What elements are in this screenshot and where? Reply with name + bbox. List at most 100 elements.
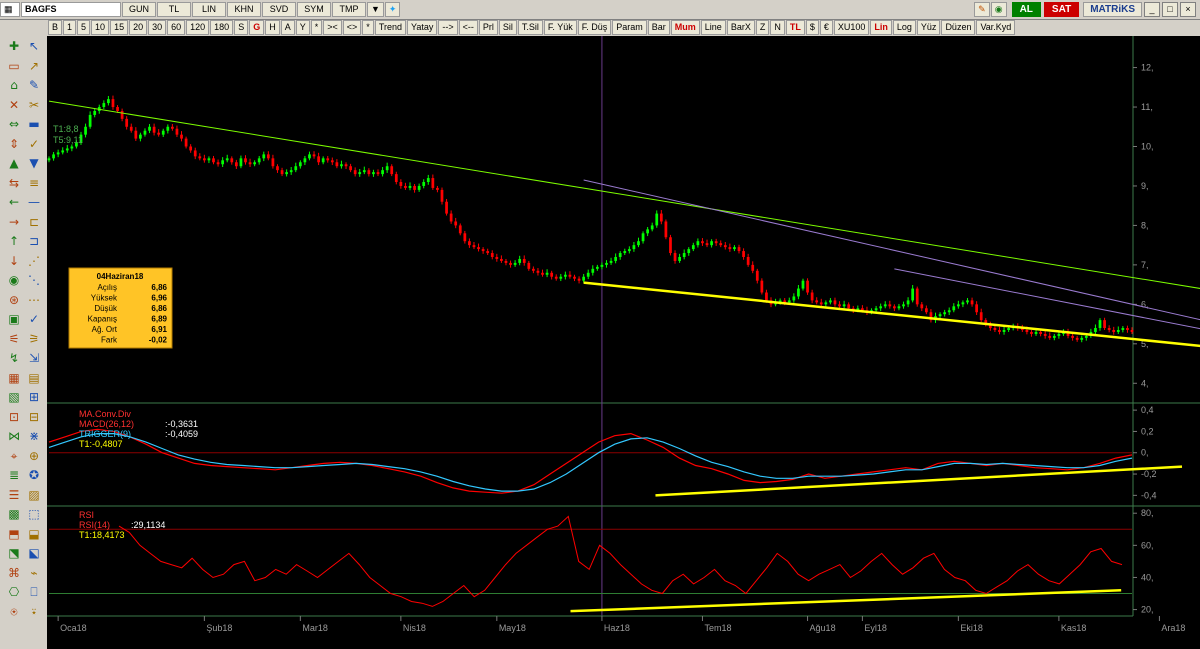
drawing-tool-icon[interactable]: ↗ (26, 58, 42, 74)
toolbar-item-11[interactable]: G (249, 20, 265, 35)
drawing-tool-icon[interactable]: → (6, 214, 22, 230)
toolbar-item-25[interactable]: T.Sil (517, 20, 543, 35)
toolbar-item-22[interactable]: <-- (458, 20, 478, 35)
drawing-tool-icon[interactable]: ⬕ (26, 545, 42, 561)
toolbar-item-12[interactable]: H (265, 20, 280, 35)
drawing-tool-icon[interactable]: ◉ (6, 272, 22, 288)
drawing-tool-icon[interactable]: ⬔ (6, 545, 22, 561)
toolbar-item-43[interactable]: Var.Kyd (976, 20, 1016, 35)
toolbar-item-27[interactable]: F. Düş (577, 20, 612, 35)
drawing-tool-icon[interactable]: ↓ (6, 253, 22, 269)
toolbar-item-39[interactable]: Lin (870, 20, 892, 35)
drawing-tool-icon[interactable]: ▦ (6, 370, 22, 386)
toolbar-item-35[interactable]: TL (785, 20, 805, 35)
toolbar-item-19[interactable]: Trend (374, 20, 406, 35)
drawing-tool-icon[interactable]: ▧ (6, 389, 22, 405)
drawing-tool-icon[interactable]: ⍣ (26, 604, 42, 620)
drawing-tool-icon[interactable]: ✓ (26, 311, 42, 327)
drawing-tool-icon[interactable]: ▭ (6, 58, 22, 74)
drawing-tool-icon[interactable]: ▨ (26, 487, 42, 503)
toolbar-item-17[interactable]: <> (342, 20, 362, 35)
toolbar-item-32[interactable]: BarX (726, 20, 755, 35)
drawing-tool-icon[interactable]: ▣ (6, 311, 22, 327)
toolbar-item-1[interactable]: 1 (63, 20, 77, 35)
toolbar-item-23[interactable]: Prl (478, 20, 498, 35)
toolbar-item-24[interactable]: Sil (498, 20, 517, 35)
toolbar-item-30[interactable]: Mum (670, 20, 700, 35)
toolbar-item-34[interactable]: N (770, 20, 785, 35)
drawing-tool-icon[interactable]: ▼ (26, 155, 42, 171)
toolbar-item-42[interactable]: Düzen (941, 20, 976, 35)
drawing-tool-icon[interactable]: ⋱ (26, 272, 42, 288)
drawing-tool-icon[interactable]: ⚟ (6, 331, 22, 347)
symbol-field[interactable]: BAGFS (21, 2, 121, 17)
drawing-tool-icon[interactable]: ⊕ (26, 448, 42, 464)
toolbar-item-18[interactable]: * (362, 20, 374, 35)
drawing-tool-icon[interactable]: ▬ (26, 116, 42, 132)
toolbar-item-28[interactable]: Param (612, 20, 647, 35)
dropdown-icon[interactable]: ▼ (367, 2, 384, 17)
drawing-tool-icon[interactable]: ⌁ (26, 565, 42, 581)
toolbar-item-13[interactable]: A (280, 20, 295, 35)
toolbar-item-41[interactable]: Yüz (916, 20, 941, 35)
drawing-tool-icon[interactable]: ⊛ (6, 292, 22, 308)
drawing-tool-icon[interactable]: ▩ (6, 506, 22, 522)
drawing-tool-icon[interactable]: ⋇ (26, 428, 42, 444)
drawing-tool-icon[interactable]: ✕ (6, 97, 22, 113)
twitter-icon[interactable]: ✦ (384, 2, 401, 17)
drawing-tool-icon[interactable]: ↯ (6, 350, 22, 366)
toolbar-item-10[interactable]: S (234, 20, 249, 35)
drawing-tool-icon[interactable]: ⋰ (26, 253, 42, 269)
toolbar-item-2[interactable]: 5 (77, 20, 91, 35)
drawing-tool-icon[interactable]: ⊏ (26, 214, 42, 230)
drawing-tool-icon[interactable]: ⇆ (6, 175, 22, 191)
drawing-tool-icon[interactable]: ⊞ (26, 389, 42, 405)
drawing-tool-icon[interactable]: ▤ (26, 370, 42, 386)
toolbar-item-21[interactable]: --> (438, 20, 458, 35)
toolbar-item-29[interactable]: Bar (647, 20, 670, 35)
drawing-tool-icon[interactable]: ⬒ (6, 526, 22, 542)
toolbar-item-31[interactable]: Line (700, 20, 726, 35)
maximize-icon[interactable]: □ (1162, 2, 1178, 17)
toolbar-item-9[interactable]: 180 (210, 20, 234, 35)
drawing-tool-icon[interactable]: ⎕ (26, 584, 42, 600)
toolbar-item-33[interactable]: Z (755, 20, 770, 35)
drawing-tool-icon[interactable]: ⎔ (6, 584, 22, 600)
drawing-tool-icon[interactable]: ✂ (26, 97, 42, 113)
minimize-icon[interactable]: _ (1144, 2, 1160, 17)
toolbar-item-15[interactable]: * (310, 20, 323, 35)
info-icon[interactable]: ◉ (990, 2, 1007, 17)
drawing-tool-icon[interactable]: ☰ (6, 487, 22, 503)
toolbar-item-37[interactable]: € (819, 20, 833, 35)
drawing-tool-icon[interactable]: ⋯ (26, 292, 42, 308)
drawing-tool-icon[interactable]: ⬓ (26, 526, 42, 542)
drawing-tool-icon[interactable]: ▲ (6, 155, 22, 171)
menu-sym[interactable]: SYM (297, 2, 331, 17)
menu-svd[interactable]: SVD (262, 2, 296, 17)
sell-button[interactable]: SAT (1043, 2, 1080, 17)
menu-gun[interactable]: GUN (122, 2, 156, 17)
toolbar-item-36[interactable]: $ (805, 20, 819, 35)
toolbar-item-40[interactable]: Log (892, 20, 916, 35)
chart-area[interactable]: 4,5,6,7,8,9,10,11,12, -0,4-0,20,0,20,4 2… (47, 36, 1200, 649)
menu-tmp[interactable]: TMP (332, 2, 366, 17)
toolbar-item-26[interactable]: F. Yük (543, 20, 577, 35)
toolbar-item-20[interactable]: Yatay (407, 20, 438, 35)
buy-button[interactable]: AL (1011, 2, 1041, 17)
toolbar-item-0[interactable]: B (48, 20, 63, 35)
toolbar-item-38[interactable]: XU100 (833, 20, 870, 35)
drawing-tool-icon[interactable]: ⬚ (26, 506, 42, 522)
drawing-tool-icon[interactable]: ⇲ (26, 350, 42, 366)
drawing-tool-icon[interactable]: ⚞ (26, 331, 42, 347)
drawing-tool-icon[interactable]: ✪ (26, 467, 42, 483)
menu-lin[interactable]: LIN (192, 2, 226, 17)
menu-tl[interactable]: TL (157, 2, 191, 17)
chart-type-icon[interactable]: ▦ (0, 2, 20, 17)
drawing-tool-icon[interactable]: ⌖ (6, 448, 22, 464)
toolbar-item-5[interactable]: 20 (129, 20, 148, 35)
toolbar-item-3[interactable]: 10 (91, 20, 110, 35)
drawing-tool-icon[interactable]: ↖ (26, 38, 42, 54)
toolbar-item-8[interactable]: 120 (186, 20, 210, 35)
drawing-tool-icon[interactable]: ⊟ (26, 409, 42, 425)
toolbar-item-4[interactable]: 15 (110, 20, 129, 35)
